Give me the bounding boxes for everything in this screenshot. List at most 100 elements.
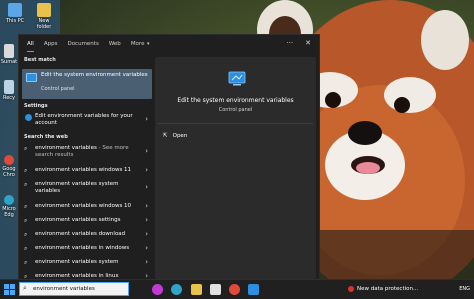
chevron-right-icon: › — [145, 183, 148, 191]
news-widget[interactable]: New data protection... — [348, 286, 418, 292]
file-explorer-icon[interactable] — [191, 284, 202, 295]
web-result-label: environment variables settings — [35, 217, 121, 223]
tab-label: Apps — [43, 41, 58, 47]
start-button[interactable] — [4, 284, 15, 295]
desktop-icon-label: New folder — [36, 18, 52, 30]
tab-label: All — [27, 41, 34, 47]
windows-logo-icon — [10, 284, 15, 289]
tab-label: More — [130, 41, 145, 47]
settings-heading: Settings — [24, 103, 48, 109]
web-result[interactable]: ⌕ environment variables windows 11 › — [22, 166, 152, 177]
taskbar-search-box[interactable]: ⌕ — [19, 282, 129, 296]
results-list: Best match Edit the system environment v… — [19, 53, 152, 283]
web-result-label: environment variables - See more search … — [35, 145, 135, 158]
search-icon: ⌕ — [24, 259, 28, 266]
desktop-icon-label: This PC — [5, 18, 25, 24]
divider — [158, 123, 313, 124]
tab-label: Documents — [67, 41, 99, 47]
control-panel-icon — [228, 71, 246, 86]
control-panel-icon[interactable] — [248, 284, 259, 295]
web-result-label: environment variables system variables — [35, 181, 119, 194]
best-match-title: Edit the system environment variables — [41, 72, 148, 78]
chrome-icon — [4, 155, 14, 165]
tab-all[interactable]: All — [27, 37, 34, 52]
tab-documents[interactable]: Documents — [67, 37, 98, 51]
this-pc-icon — [8, 3, 22, 17]
chevron-right-icon: › — [145, 147, 148, 155]
news-widget-text: New data protection... — [357, 286, 419, 292]
chevron-right-icon: › — [145, 202, 148, 210]
tab-web[interactable]: Web — [109, 37, 121, 51]
preview-subtitle: Control panel — [218, 107, 253, 113]
search-web-heading: Search the web — [24, 134, 68, 140]
web-result-label: environment variables in windows — [35, 245, 130, 251]
search-tabs: All Apps Documents Web More ▾ — [19, 35, 321, 53]
tab-more[interactable]: More ▾ — [131, 37, 150, 51]
chrome-icon[interactable] — [229, 284, 240, 295]
open-external-icon: ⇱ — [163, 133, 168, 139]
chevron-right-icon: › — [145, 115, 148, 123]
desktop-icon-recycle-bin[interactable]: Recy — [0, 80, 18, 101]
taskbar: ⌕ New data protection... ENG — [0, 279, 474, 299]
open-action[interactable]: ⇱ Open — [163, 133, 187, 139]
web-result[interactable]: ⌕ environment variables system variables… — [22, 181, 152, 197]
more-options-button[interactable]: ··· — [286, 39, 293, 47]
desktop-icon-this-pc[interactable]: This PC — [2, 3, 28, 24]
open-action-label: Open — [172, 133, 188, 139]
tab-apps[interactable]: Apps — [44, 37, 58, 51]
app-icon — [4, 44, 14, 58]
search-icon: ⌕ — [24, 203, 28, 210]
user-settings-icon — [25, 114, 32, 121]
edge-icon — [4, 195, 14, 205]
control-panel-icon — [26, 73, 37, 82]
web-result-text: environment variables — [35, 145, 97, 151]
best-match-subtitle: Control panel — [41, 86, 75, 92]
windows-logo-icon — [4, 290, 9, 295]
chevron-down-icon: ▾ — [145, 41, 150, 47]
windows-logo-icon — [10, 290, 15, 295]
desktop-icon-label: Micro Edg — [2, 206, 16, 218]
web-result[interactable]: ⌕ environment variables windows 10 › — [22, 202, 152, 213]
close-button[interactable]: ✕ — [305, 39, 311, 47]
desktop-icon-sumat[interactable]: Sumat — [0, 44, 18, 65]
web-result-label: environment variables windows 11 — [35, 167, 132, 173]
taskbar-app-icon[interactable] — [210, 284, 221, 295]
chevron-right-icon: › — [145, 258, 148, 266]
web-result-label: environment variables windows 10 — [35, 203, 132, 209]
search-icon: ⌕ — [24, 167, 28, 174]
result-preview: Edit the system environment variables Co… — [155, 57, 316, 279]
edge-icon[interactable] — [171, 284, 182, 295]
search-icon: ⌕ — [24, 217, 28, 224]
tab-label: Web — [108, 41, 121, 47]
web-result-label: environment variables download — [35, 231, 126, 237]
web-result[interactable]: ⌕ environment variables settings › — [22, 216, 152, 227]
language-indicator[interactable]: ENG — [459, 286, 470, 292]
web-result-label: environment variables system — [35, 259, 119, 265]
windows-logo-icon — [4, 284, 9, 289]
folder-icon — [37, 3, 51, 17]
desktop-icon-new-folder[interactable]: New folder — [31, 3, 57, 30]
web-result[interactable]: ⌕ environment variables - See more searc… — [22, 145, 152, 161]
taskbar-app-icon[interactable] — [152, 284, 163, 295]
settings-result[interactable]: Edit environment variables for your acco… — [22, 113, 152, 129]
chevron-right-icon: › — [145, 166, 148, 174]
web-result[interactable]: ⌕ environment variables in windows › — [22, 244, 152, 255]
best-match-result[interactable]: Edit the system environment variables Co… — [22, 69, 152, 99]
desktop-icon-label: Sumat — [0, 59, 18, 65]
search-icon: ⌕ — [24, 181, 28, 188]
desktop-icon-edge[interactable]: Micro Edg — [0, 195, 18, 218]
desktop-icon-label: Goog Chro — [2, 166, 16, 178]
search-panel: All Apps Documents Web More ▾ ··· ✕ Best… — [18, 34, 320, 282]
panel-controls: ··· ✕ — [286, 39, 311, 47]
news-alert-icon — [348, 286, 354, 292]
taskbar-search-input[interactable] — [33, 284, 127, 294]
search-icon: ⌕ — [24, 245, 28, 252]
web-result[interactable]: ⌕ environment variables system › — [22, 258, 152, 269]
desktop-icon-label: Recy — [2, 95, 16, 101]
best-match-heading: Best match — [24, 57, 56, 63]
search-icon: ⌕ — [24, 145, 28, 152]
chevron-right-icon: › — [145, 216, 148, 224]
search-icon: ⌕ — [23, 284, 27, 292]
desktop-icon-chrome[interactable]: Goog Chro — [0, 155, 18, 178]
web-result[interactable]: ⌕ environment variables download › — [22, 230, 152, 241]
